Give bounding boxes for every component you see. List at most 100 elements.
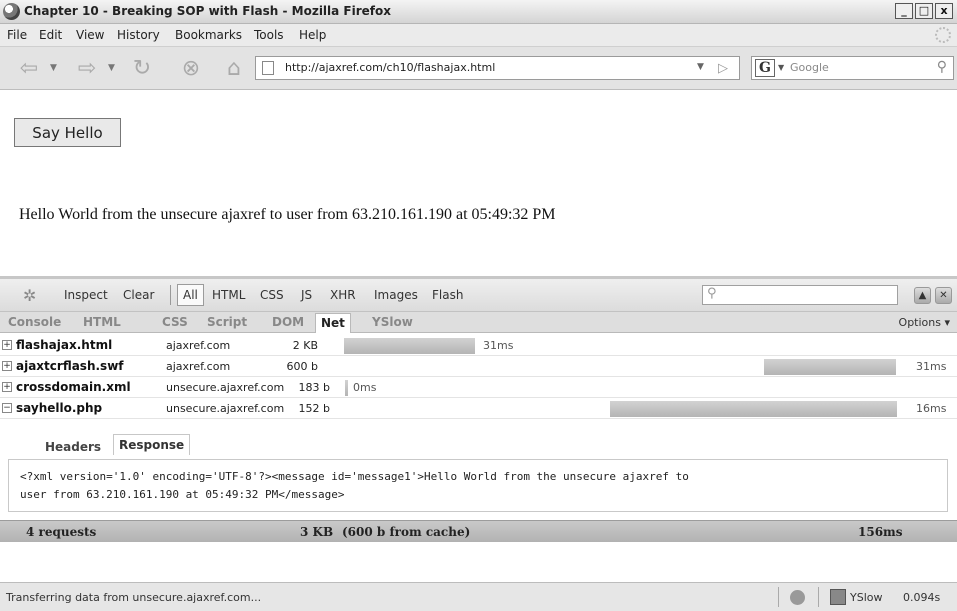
menu-edit[interactable]: Edit	[39, 28, 62, 42]
firebug-tabs: Console HTML CSS Script DOM Net YSlow Op…	[0, 312, 957, 333]
yslow-icon[interactable]	[830, 589, 846, 605]
timeline-bar	[764, 359, 896, 375]
tab-dom[interactable]: DOM	[272, 315, 304, 329]
window-title: Chapter 10 - Breaking SOP with Flash - M…	[24, 4, 392, 18]
response-line: <?xml version='1.0' encoding='UTF-8'?><m…	[20, 470, 689, 483]
close-button[interactable]: x	[935, 3, 953, 19]
throbber-icon	[935, 27, 951, 43]
filter-css[interactable]: CSS	[260, 288, 284, 302]
url-bar[interactable]: http://ajaxref.com/ch10/flashajax.html ▼…	[255, 56, 740, 80]
yslow-label[interactable]: YSlow	[850, 591, 882, 604]
close-firebug-icon[interactable]: ✕	[935, 287, 952, 304]
tab-response[interactable]: Response	[113, 434, 191, 455]
request-time: 0ms	[353, 381, 377, 394]
response-detail-tabs: Headers Response	[0, 431, 957, 459]
request-row[interactable]: + crossdomain.xml unsecure.ajaxref.com 1…	[0, 378, 957, 398]
tab-headers[interactable]: Headers	[40, 437, 106, 457]
filter-html[interactable]: HTML	[212, 288, 245, 302]
search-placeholder[interactable]: Google	[790, 61, 829, 74]
search-bar[interactable]: G ▼ Google ⚲	[751, 56, 954, 80]
inspect-button[interactable]: Inspect	[64, 288, 108, 302]
options-menu[interactable]: Options ▾	[899, 316, 950, 329]
response-line: user from 63.210.161.190 at 05:49:32 PM<…	[20, 488, 345, 501]
menu-help[interactable]: Help	[299, 28, 326, 42]
request-file[interactable]: crossdomain.xml	[16, 380, 131, 394]
request-time: 31ms	[916, 360, 947, 373]
firebug-toolbar: ✲ Inspect Clear All HTML CSS JS XHR Imag…	[0, 279, 957, 312]
filter-js[interactable]: JS	[301, 288, 312, 302]
tab-net[interactable]: Net	[315, 313, 351, 333]
forward-dropdown-icon[interactable]: ▼	[108, 63, 115, 73]
expand-icon[interactable]: +	[2, 361, 12, 371]
request-size: 152 b	[298, 402, 330, 415]
tab-html[interactable]: HTML	[83, 315, 121, 329]
menu-bookmarks[interactable]: Bookmarks	[175, 28, 242, 42]
response-body: <?xml version='1.0' encoding='UTF-8'?><m…	[8, 459, 948, 512]
say-hello-button[interactable]: Say Hello	[14, 118, 121, 147]
search-icon: ⚲	[707, 286, 717, 301]
menu-view[interactable]: View	[76, 28, 104, 42]
search-engine-dropdown-icon[interactable]: ▼	[778, 63, 784, 72]
window-controls: _ □ x	[895, 3, 953, 19]
home-icon[interactable]: ⌂	[219, 56, 249, 81]
filter-all[interactable]: All	[183, 288, 198, 302]
reload-icon[interactable]: ↻	[127, 56, 157, 81]
forward-icon[interactable]: ⇨	[72, 56, 102, 81]
expand-icon[interactable]: +	[2, 340, 12, 350]
search-engine-icon[interactable]: G	[755, 59, 775, 77]
firebug-panel: ✲ Inspect Clear All HTML CSS JS XHR Imag…	[0, 276, 957, 582]
timeline-bar	[610, 401, 897, 417]
menu-file[interactable]: File	[7, 28, 27, 42]
summary-size: 3 KB	[300, 525, 334, 539]
menu-bar: File Edit View History Bookmarks Tools H…	[0, 24, 957, 47]
filter-flash[interactable]: Flash	[432, 288, 463, 302]
hello-message: Hello World from the unsecure ajaxref to…	[19, 206, 556, 223]
summary-requests: 4 requests	[26, 525, 97, 539]
request-domain: unsecure.ajaxref.com	[166, 381, 285, 394]
stop-icon[interactable]: ⊗	[176, 56, 206, 81]
filter-images[interactable]: Images	[374, 288, 418, 302]
page-content: Say Hello Hello World from the unsecure …	[0, 90, 957, 276]
request-time: 31ms	[483, 339, 514, 352]
back-dropdown-icon[interactable]: ▼	[50, 63, 57, 73]
status-separator	[818, 587, 819, 607]
request-row[interactable]: − sayhello.php unsecure.ajaxref.com 152 …	[0, 399, 957, 419]
request-domain: unsecure.ajaxref.com	[166, 402, 285, 415]
detach-icon[interactable]: ▲	[914, 287, 931, 304]
page-icon	[262, 61, 274, 75]
request-row[interactable]: + ajaxtcrflash.swf ajaxref.com 600 b 31m…	[0, 357, 957, 377]
timeline-bar	[344, 338, 475, 354]
menu-history[interactable]: History	[117, 28, 160, 42]
filter-xhr[interactable]: XHR	[330, 288, 356, 302]
minimize-button[interactable]: _	[895, 3, 913, 19]
tab-console[interactable]: Console	[8, 315, 61, 329]
clear-button[interactable]: Clear	[123, 288, 154, 302]
request-file[interactable]: flashajax.html	[16, 338, 112, 352]
tab-script[interactable]: Script	[207, 315, 247, 329]
maximize-button[interactable]: □	[915, 3, 933, 19]
toolbar-separator	[170, 285, 171, 305]
request-file[interactable]: sayhello.php	[16, 401, 102, 415]
go-icon[interactable]: ▷	[718, 61, 728, 76]
firebug-icon[interactable]: ✲	[23, 286, 36, 305]
search-icon[interactable]: ⚲	[937, 59, 947, 75]
url-text[interactable]: http://ajaxref.com/ch10/flashajax.html	[285, 61, 495, 74]
url-dropdown-icon[interactable]: ▼	[697, 62, 704, 72]
back-icon[interactable]: ⇦	[14, 56, 44, 81]
menu-tools[interactable]: Tools	[254, 28, 284, 42]
status-separator	[778, 587, 779, 607]
net-summary-row: 4 requests 3 KB (600 b from cache) 156ms	[0, 520, 957, 542]
summary-cache: (600 b from cache)	[342, 525, 471, 539]
request-file[interactable]: ajaxtcrflash.swf	[16, 359, 124, 373]
firebug-status-icon[interactable]	[790, 590, 805, 605]
firebug-search-input[interactable]: ⚲	[702, 285, 898, 305]
request-size: 2 KB	[292, 339, 318, 352]
yslow-time: 0.094s	[903, 591, 941, 604]
tab-yslow[interactable]: YSlow	[372, 315, 413, 329]
expand-icon[interactable]: +	[2, 382, 12, 392]
summary-total-time: 156ms	[858, 525, 903, 539]
request-row[interactable]: + flashajax.html ajaxref.com 2 KB 31ms	[0, 336, 957, 356]
request-domain: ajaxref.com	[166, 360, 231, 373]
tab-css[interactable]: CSS	[162, 315, 188, 329]
collapse-icon[interactable]: −	[2, 403, 12, 413]
